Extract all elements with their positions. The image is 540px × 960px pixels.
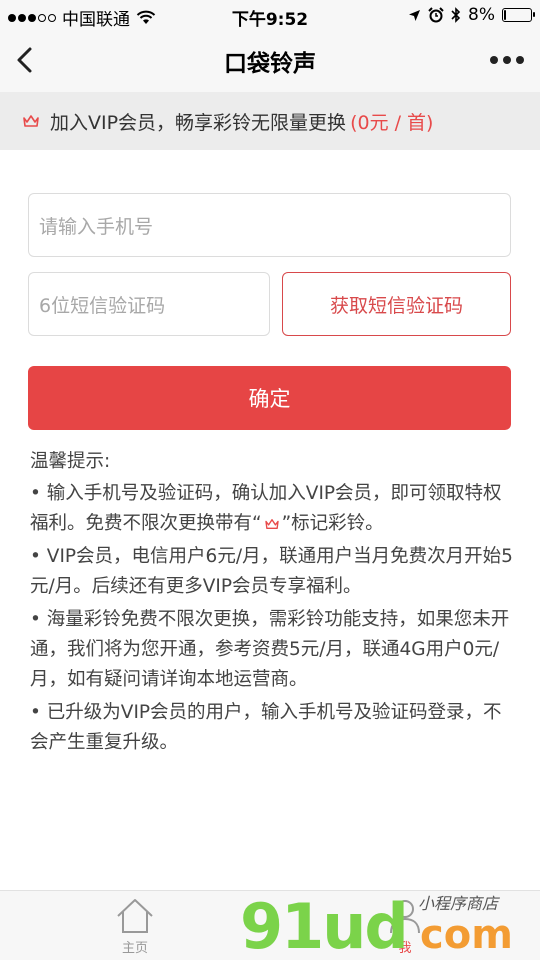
sms-code-placeholder: 6位短信验证码: [39, 294, 166, 317]
vip-price: (0元 / 首): [350, 111, 434, 134]
tip-item-3: • 海量彩铃免费不限次更换，需彩铃功能支持，如果您未开通，我们将为您开通，参考资…: [30, 609, 510, 690]
tab-bar: 主页 我: [0, 890, 540, 960]
tips-heading: 温馨提示:: [30, 451, 111, 472]
crown-icon: [23, 115, 39, 127]
crown-icon: [264, 519, 279, 529]
location-arrow-icon: [409, 9, 421, 21]
tip-item-1-text-b: ”标记彩铃。: [281, 513, 384, 534]
tip-item-4: • 已升级为VIP会员的用户，输入手机号及验证码登录，不会产生重复升级。: [30, 702, 502, 753]
alarm-icon: [428, 7, 444, 23]
status-right: 8%: [408, 5, 535, 25]
tab-home-label: 主页: [121, 941, 148, 956]
tip-item-2: • VIP会员，电信用户6元/月，联通用户当月免费次月开始5元/月。后续还有更多…: [30, 546, 513, 597]
page-title: 口袋铃声: [224, 51, 316, 77]
confirm-button[interactable]: 确定: [28, 366, 511, 430]
vip-banner-text: 加入VIP会员，畅享彩铃无限量更换: [50, 111, 347, 134]
tip-item-1: • 输入手机号及验证码，确认加入VIP会员，即可领取特权福利。免费不限次更换带有…: [30, 479, 516, 539]
home-icon: [117, 899, 153, 933]
battery-icon: [502, 8, 535, 22]
nav-bar: 口袋铃声: [0, 30, 540, 92]
phone-placeholder: 请输入手机号: [39, 215, 154, 238]
sms-code-input[interactable]: 6位短信验证码: [28, 272, 270, 336]
tab-home[interactable]: 主页: [110, 897, 160, 956]
vip-banner[interactable]: 加入VIP会员，畅享彩铃无限量更换 (0元 / 首): [0, 92, 540, 150]
battery-level: [504, 10, 507, 20]
user-icon: [390, 900, 420, 934]
tips-section: 温馨提示: • 输入手机号及验证码，确认加入VIP会员，即可领取特权福利。免费不…: [30, 447, 516, 761]
tab-mine[interactable]: 我: [385, 897, 425, 956]
phone-input[interactable]: 请输入手机号: [28, 193, 511, 257]
get-sms-code-button[interactable]: 获取短信验证码: [282, 272, 511, 336]
more-options-icon[interactable]: [490, 56, 524, 64]
battery-percent: 8%: [468, 5, 495, 25]
bluetooth-icon: [451, 7, 461, 23]
status-bar: 中国联通 下午9:52 8%: [0, 0, 540, 30]
tab-mine-label: 我: [398, 941, 412, 956]
